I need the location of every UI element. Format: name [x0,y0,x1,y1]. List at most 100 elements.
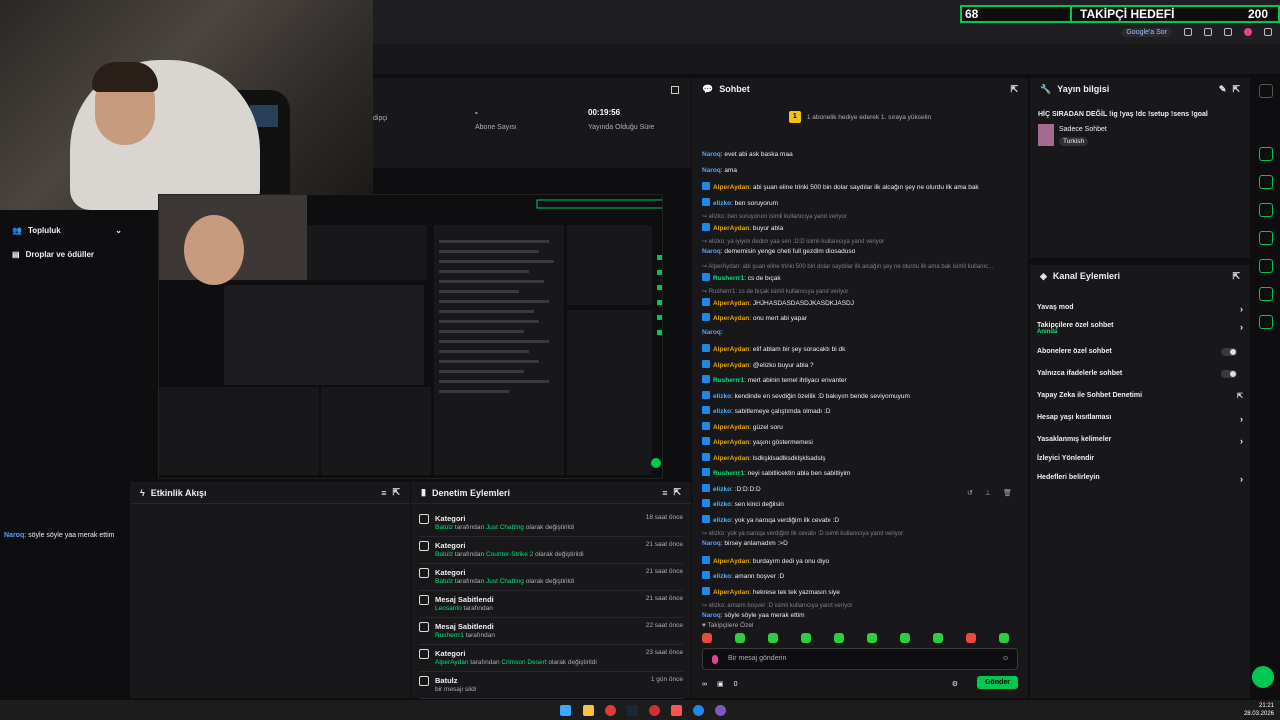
expand-icon[interactable]: ⇱ [392,487,400,498]
channel-action-item[interactable]: Yasaklanmış kelimeler › [1037,436,1243,446]
chat-message[interactable]: elizko: sabitlemeye çalıştımda olmadı :D [702,406,830,415]
chat-message[interactable]: Naroq: birsey anlamadım :>D [702,540,788,547]
chat-message[interactable]: AlperAydan: burdayım dedi ya onu diyo [702,555,829,565]
chat-message[interactable]: elizko: :D:D:D:D [702,483,761,493]
pin-icon[interactable]: ⊥ [985,489,991,497]
expand-icon[interactable]: ⇱ [673,487,681,498]
chat-message[interactable]: elizko: kendinde en sevdiğin özellik :D … [702,390,910,400]
emote-icon[interactable] [801,633,811,643]
chat-message[interactable]: AlperAydan: abi şuan eline trinki 500 bi… [702,182,979,191]
extensions-icon[interactable] [1204,28,1212,36]
filter-icon[interactable]: ≡ [381,488,386,498]
chat-message[interactable]: Naroq: söyle söyle yaa merak ettim [702,612,805,619]
emote-icon[interactable] [867,633,877,643]
channel-action-item[interactable]: İzleyici Yönlendir [1037,455,1243,462]
quick-action-icon[interactable] [1259,259,1273,273]
toggle-switch[interactable] [1221,348,1237,356]
delete-icon[interactable]: 🗑 [1003,489,1012,497]
emote-icon[interactable] [834,633,844,643]
channel-action-item[interactable]: Hedefleri belirleyin › [1037,474,1243,484]
chat-message[interactable]: AlperAydan: JHJHASDASDASDJKASDKJASDJ [702,297,854,307]
star-icon[interactable] [1184,28,1192,36]
chat-input[interactable]: Bir mesaj gönderin ☺ [702,648,1018,670]
app-icon[interactable] [671,705,682,716]
microphone-icon[interactable] [712,655,718,664]
stream-preview[interactable] [158,194,663,479]
emote-icon[interactable] [900,633,910,643]
chat-message[interactable]: Rusherrr1: neyi sabitlicektin abla ben s… [702,468,850,477]
expand-icon[interactable]: ⇱ [1232,84,1240,95]
emote-icon[interactable] [768,633,778,643]
chrome-icon[interactable] [605,705,616,716]
steam-icon[interactable] [627,705,638,716]
chat-message[interactable]: elizko: ben soruyorum [702,197,778,207]
channel-action-item[interactable]: Abonelere özel sohbet [1037,348,1243,356]
chat-message[interactable]: AlperAydan: yaşını göstermemesi [702,437,813,446]
edge-icon[interactable] [693,705,704,716]
emote-icon[interactable] [933,633,943,643]
reply-context: ↪ Rusherrr1: cs de bıçak isimli kullanıc… [702,289,849,296]
help-icon[interactable] [1252,666,1274,688]
emote-icon[interactable] [735,633,745,643]
sidebar-item-drops[interactable]: ▤ Droplar ve ödüller [12,250,94,259]
webcam-overlay [0,0,373,210]
channel-action-item[interactable]: Yalnızca ifadelerle sohbet [1037,370,1243,378]
channel-action-item[interactable]: Takipçilere özel sohbet Anında › [1037,322,1243,335]
folder-icon[interactable] [583,705,594,716]
chat-message[interactable]: AlperAydan: buyur abla [702,222,783,232]
edit-icon[interactable]: ✎ [1219,84,1227,95]
profile-avatar[interactable] [1244,28,1252,36]
viewer-count: 0 [733,680,738,688]
google-search-button[interactable]: Google'a Sor [1121,27,1172,37]
chat-message[interactable]: Naroq: dememisin yenge cheti full gezdim… [702,248,855,255]
chat-message[interactable]: AlperAydan: lsdkşklsadlksdklşklsadslş [702,452,825,462]
moderator-badge-icon [702,182,710,190]
more-icon[interactable] [1259,84,1273,98]
chat-message[interactable]: Naroq: [702,329,723,336]
chat-message[interactable]: Naroq: evet abi ask baska maa [702,151,793,158]
channel-action-item[interactable]: Hesap yaşı kısıtlaması › [1037,414,1243,424]
chat-message[interactable]: elizko: sen kinci değilsin [702,499,784,508]
chat-message[interactable]: Rusherrr1: mert abinin temel ihtiyacı en… [702,375,847,384]
quick-action-icon[interactable] [1259,287,1273,301]
moderator-badge-icon [702,421,710,430]
sidebar-item-community[interactable]: 👥 Topluluk ⌄ [12,226,122,235]
chat-message[interactable]: elizko: amann boşver :D [702,571,784,580]
channel-action-item[interactable]: Yavaş mod › [1037,304,1243,314]
send-button[interactable]: Gönder [977,676,1018,689]
chat-message[interactable]: elizko: yok ya naroqa verdiğim ilk cevab… [702,514,839,524]
expand-icon[interactable] [671,86,679,94]
category-name[interactable]: Sadece Sohbet [1059,126,1107,133]
emote-icon[interactable] [999,633,1009,643]
chat-message[interactable]: AlperAydan: güzel soru [702,421,783,431]
infinity-counter[interactable]: ∞ [702,681,707,688]
chat-message[interactable]: AlperAydan: onu mert abi yapar [702,313,807,322]
obs-icon[interactable] [715,705,726,716]
quick-action-icon[interactable] [1259,315,1273,329]
toggle-switch[interactable] [1221,370,1237,378]
quick-action-icon[interactable] [1259,231,1273,245]
quick-action-icon[interactable] [1259,175,1273,189]
settings-icon[interactable]: ⚙ [952,680,958,688]
split-icon[interactable] [1224,28,1232,36]
chat-message[interactable]: AlperAydan: @elizko buyur abla ? [702,359,814,369]
quick-action-icon[interactable] [1259,203,1273,217]
chat-message[interactable]: Naroq: ama [702,167,737,174]
filter-icon[interactable]: ≡ [662,488,667,498]
expand-icon[interactable]: ⇱ [1232,271,1240,282]
gift-sub-banner[interactable]: 1 1 abonelik hediye ederek 1. sıraya yük… [692,102,1028,132]
expand-icon[interactable]: ⇱ [1010,84,1018,95]
menu-icon[interactable] [1264,28,1272,36]
chat-message[interactable]: AlperAydan: hekrese tek tek yazmasın siy… [702,586,840,596]
reply-context: ↪ elizko: yok ya naroqa verdiğim ilk cev… [702,531,904,538]
chat-message[interactable]: Rusherrr1: cs de bıçak [702,272,781,282]
opera-icon[interactable] [649,705,660,716]
chat-message[interactable]: AlperAydan: elif ablam bir şey soracaktı… [702,344,845,353]
reply-icon[interactable]: ↺ [967,489,973,497]
quick-action-icon[interactable] [1259,147,1273,161]
emote-icon[interactable] [702,633,712,643]
channel-action-item[interactable]: Yapay Zeka ile Sohbet Denetimi ⇱ [1037,392,1243,400]
start-icon[interactable] [560,705,571,716]
emote-icon[interactable] [966,633,976,643]
emoji-icon[interactable]: ☺ [1002,649,1009,669]
